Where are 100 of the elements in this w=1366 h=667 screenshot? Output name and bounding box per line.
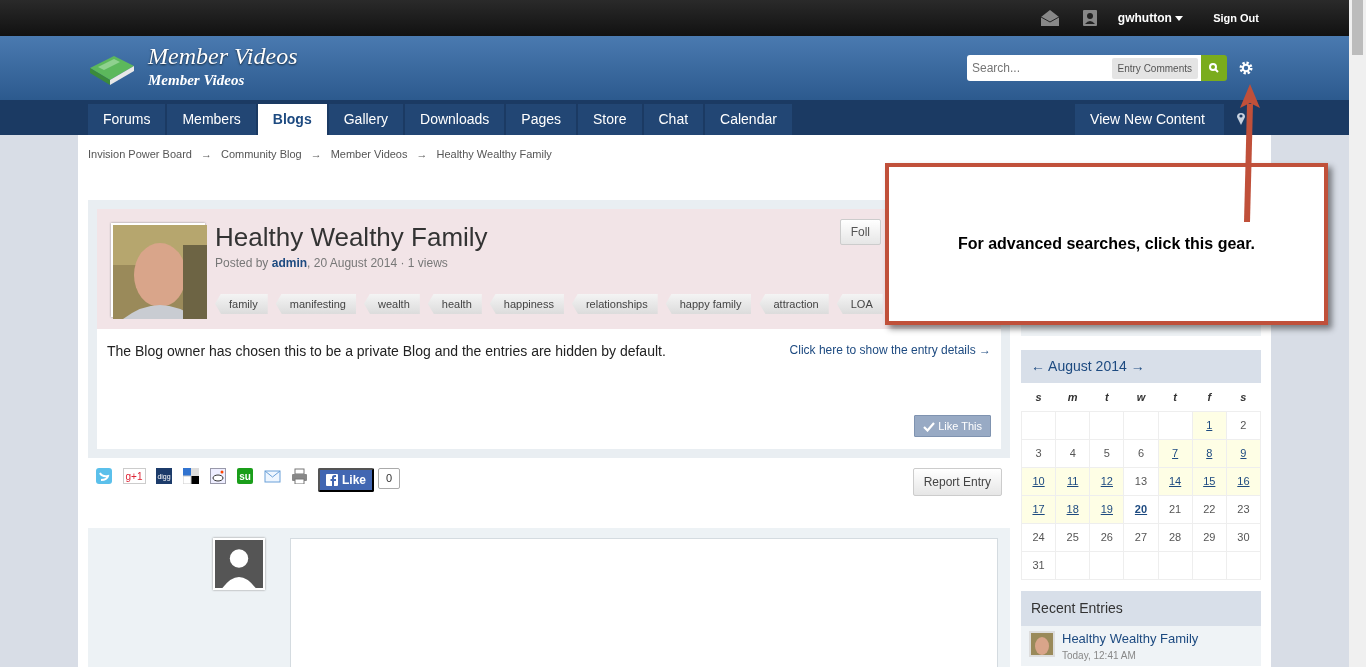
previous-month-link[interactable]: ← — [1031, 358, 1045, 374]
notice-text: The Blog owner has chosen this to be a private Blog and the entries are hidden by default. — [107, 342, 666, 361]
calendar-day: 24 — [1032, 530, 1045, 543]
calendar-day: 13 — [1134, 474, 1148, 487]
printer-icon[interactable] — [291, 468, 308, 484]
calendar-day: 2 — [1240, 418, 1247, 431]
weekday-label: w — [1123, 383, 1159, 411]
calendar-day-link[interactable]: 9 — [1240, 446, 1247, 459]
tag[interactable]: health — [427, 293, 482, 315]
envelope-icon[interactable] — [1039, 9, 1060, 27]
reddit-icon[interactable] — [210, 468, 227, 484]
breadcrumb-link[interactable]: Member Videos — [330, 148, 408, 160]
weekday-label: m — [1055, 383, 1090, 411]
next-month-link[interactable]: → — [1130, 358, 1145, 374]
delicious-icon[interactable] — [183, 468, 200, 484]
search-button[interactable] — [1201, 55, 1227, 81]
avatar-silhouette-icon — [213, 538, 265, 590]
calendar-title: August 2014 — [1047, 358, 1128, 374]
calendar-day: 25 — [1066, 530, 1079, 543]
calendar-day-link[interactable]: 19 — [1100, 502, 1113, 515]
tag[interactable]: wealth — [364, 293, 420, 315]
facebook-icon — [326, 474, 338, 486]
calendar-day-link[interactable]: 10 — [1032, 474, 1045, 487]
nav-tab[interactable]: Chat — [643, 104, 704, 135]
calendar-day: 22 — [1203, 502, 1216, 515]
calendar-day: 3 — [1035, 446, 1042, 459]
breadcrumb-separator: → — [310, 148, 322, 160]
user-menu[interactable]: gwhutton — [1117, 9, 1184, 27]
breadcrumb-link[interactable]: Healthy Wealthy Family — [436, 148, 552, 160]
comment-field[interactable] — [290, 538, 998, 667]
tag[interactable]: manifesting — [275, 293, 356, 315]
nav-tab[interactable]: View New Content — [1075, 104, 1224, 135]
site-subtitle: Member Videos — [148, 71, 246, 91]
nav-tab[interactable]: Blogs — [257, 104, 327, 135]
calendar-day-link[interactable]: 8 — [1206, 446, 1213, 459]
section-heading: Recent Entries — [1021, 590, 1261, 626]
calendar-day: 26 — [1100, 530, 1113, 543]
nav-tab[interactable]: Store — [578, 104, 642, 135]
search-icon — [1209, 63, 1219, 73]
calendar-day: 5 — [1103, 446, 1110, 459]
show-details-link[interactable]: Click here to show the entry details → — [789, 341, 991, 359]
calendar-day: 29 — [1203, 530, 1216, 543]
calendar-day-link[interactable]: 16 — [1237, 474, 1250, 487]
nav-tab[interactable]: Members — [167, 104, 256, 135]
map-pin-icon[interactable] — [1236, 111, 1246, 125]
calendar-day: 4 — [1069, 446, 1076, 459]
tag[interactable]: attraction — [759, 293, 829, 315]
weekday-label: s — [1021, 383, 1056, 411]
breadcrumb-link[interactable]: Community Blog — [220, 148, 302, 160]
facebook-like-button[interactable]: Like — [318, 468, 374, 492]
calendar-day-link[interactable]: 1 — [1206, 418, 1213, 431]
weekday-label: s — [1226, 383, 1261, 411]
weekday-label: f — [1192, 383, 1227, 411]
calendar-day: 6 — [1137, 446, 1145, 459]
calendar-day-link[interactable]: 18 — [1066, 502, 1079, 515]
calendar-day-link[interactable]: 15 — [1203, 474, 1216, 487]
calendar-day-link[interactable]: 20 — [1134, 502, 1148, 515]
like-count: 0 — [378, 468, 401, 489]
nav-tab[interactable]: Forums — [88, 104, 166, 135]
sign-out-link[interactable]: Sign Out — [1213, 9, 1259, 27]
entry-time: Today, 12:41 AM — [1062, 649, 1137, 663]
weekday-label: t — [1158, 383, 1193, 411]
calendar-day: 31 — [1032, 558, 1045, 571]
calendar-day: 30 — [1237, 530, 1250, 543]
nav-tab[interactable]: Gallery — [328, 104, 404, 135]
posted-by-line: Posted by admin, 20 August 2014 · 1 views — [215, 254, 449, 272]
nav-tab[interactable]: Calendar — [705, 104, 792, 135]
callout-text: For advanced searches, click this gear. — [957, 234, 1255, 254]
nav-tab[interactable]: Downloads — [405, 104, 505, 135]
tag[interactable]: family — [215, 293, 268, 315]
scrollbar-thumb[interactable] — [1352, 0, 1363, 55]
search-field[interactable]: Search... Entry Comments — [967, 55, 1201, 81]
calendar-day-link[interactable]: 7 — [1172, 446, 1179, 459]
follow-button[interactable]: Foll — [839, 219, 881, 245]
calendar-day-link[interactable]: 17 — [1032, 502, 1045, 515]
weekday-label: t — [1089, 383, 1124, 411]
contact-card-icon[interactable] — [1081, 9, 1098, 27]
search-scope-button[interactable]: Entry Comments — [1111, 57, 1198, 79]
recent-entry-link[interactable]: Healthy Wealthy Family — [1062, 630, 1199, 646]
calendar-day: 28 — [1169, 530, 1182, 543]
tag[interactable]: happiness — [489, 293, 564, 315]
caret-icon — [1175, 16, 1184, 22]
gplus-icon[interactable]: g+1 — [123, 468, 146, 484]
tag[interactable]: LOA — [836, 293, 883, 315]
breadcrumb-link[interactable]: Invision Power Board — [88, 148, 192, 160]
site-title: Member Videos — [148, 44, 298, 70]
stumbleupon-icon[interactable]: su — [237, 468, 254, 484]
calendar-day-link[interactable]: 11 — [1067, 474, 1079, 487]
report-entry-button[interactable]: Report Entry — [912, 468, 1002, 496]
entry-title: Healthy Wealthy Family — [215, 223, 488, 252]
calendar-day: 21 — [1169, 502, 1182, 515]
check-icon — [923, 421, 936, 432]
tag[interactable]: happy family — [665, 293, 752, 315]
calendar-day-link[interactable]: 12 — [1100, 474, 1113, 487]
tag[interactable]: relationships — [571, 293, 658, 315]
settings-icon[interactable] — [1239, 61, 1253, 75]
breadcrumb-separator: → — [416, 148, 428, 160]
nav-tab[interactable]: Pages — [506, 104, 577, 135]
calendar-day-link[interactable]: 14 — [1169, 474, 1182, 487]
breadcrumb-separator: → — [200, 148, 212, 160]
